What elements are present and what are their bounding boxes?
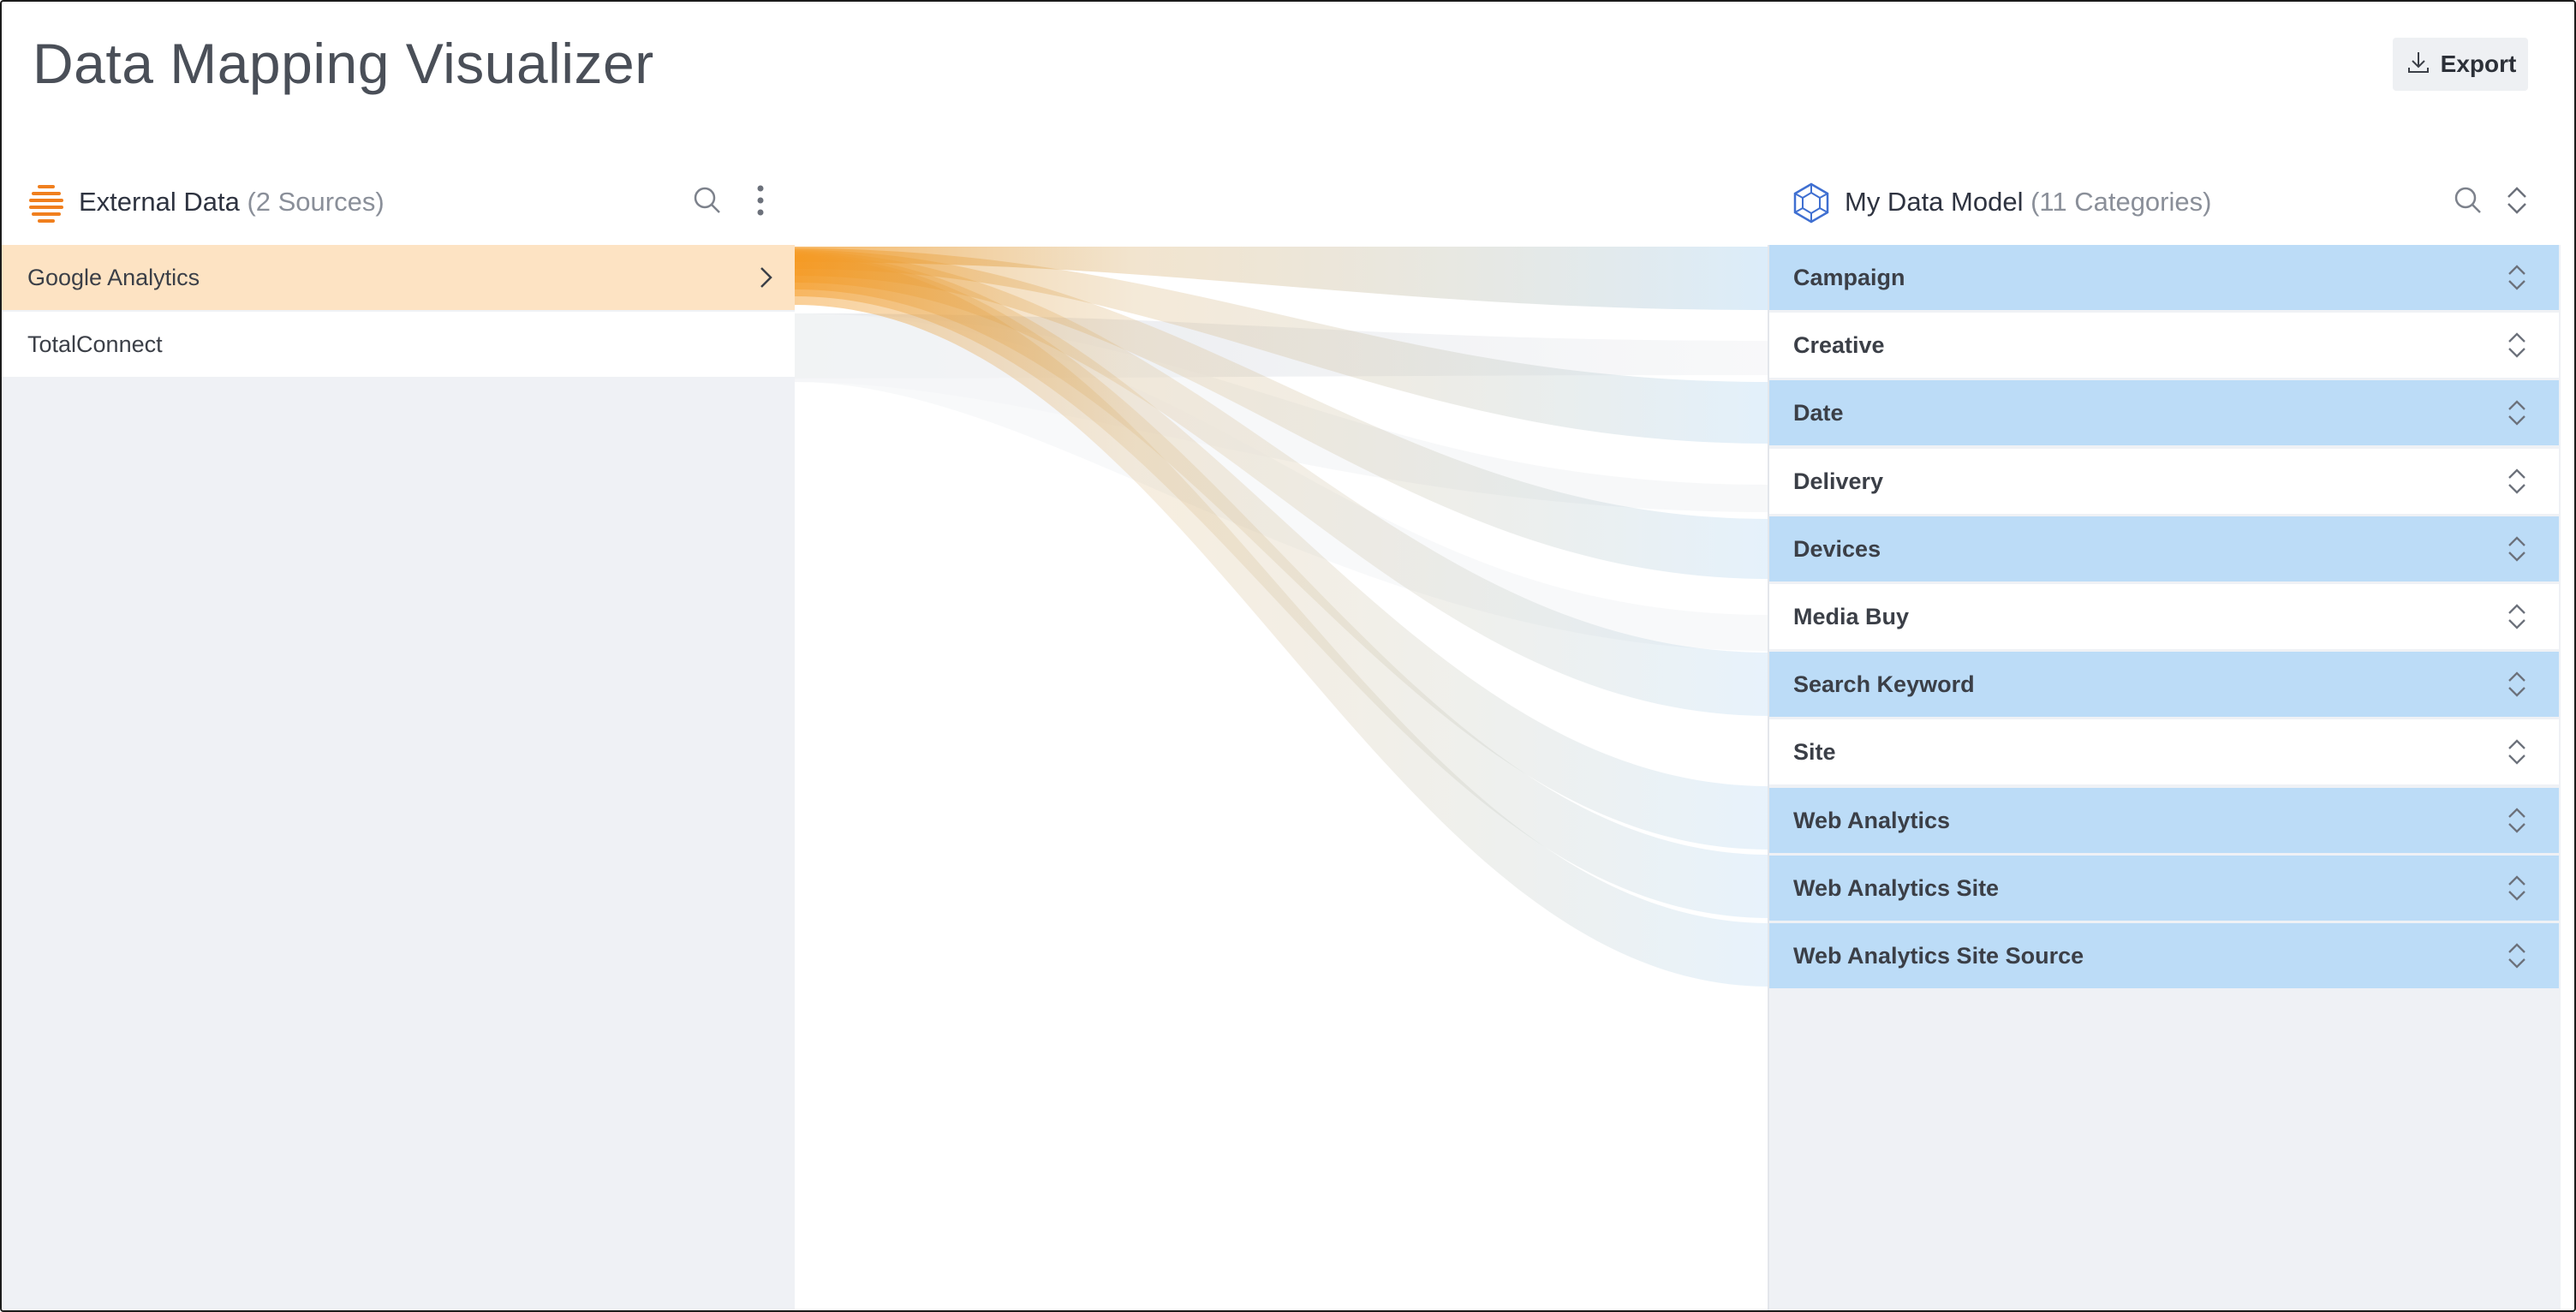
data-model-icon [1792,182,1831,229]
mapping-flow-area [795,245,1769,1310]
category-item-campaign[interactable]: Campaign [1769,245,2559,310]
category-label: Web Analytics Site [1793,874,2000,901]
category-label: Date [1793,399,1844,426]
category-item-media-buy[interactable]: Media Buy [1769,584,2559,649]
category-item-devices[interactable]: Devices [1769,516,2559,581]
page-title: Data Mapping Visualizer [33,32,654,95]
export-button[interactable]: Export [2393,38,2528,91]
source-item-google-analytics[interactable]: Google Analytics [2,245,795,310]
expand-collapse-icon[interactable] [2506,737,2528,773]
category-item-web-analytics-site[interactable]: Web Analytics Site [1769,856,2559,921]
category-label: Media Buy [1793,603,1910,629]
category-item-delivery[interactable]: Delivery [1769,449,2559,514]
category-item-creative[interactable]: Creative [1769,313,2559,378]
category-label: Creative [1793,331,1885,358]
chevron-right-icon [755,265,776,295]
expand-collapse-icon[interactable] [2506,805,2528,842]
export-label: Export [2440,51,2517,77]
category-item-date[interactable]: Date [1769,380,2559,445]
category-item-site[interactable]: Site [1769,719,2559,784]
category-label: Campaign [1793,264,1905,290]
category-label: Search Keyword [1793,671,1975,697]
expand-collapse-icon[interactable] [2504,183,2530,222]
data-model-count: (11 Categories) [2030,187,2212,217]
expand-collapse-icon[interactable] [2506,601,2528,638]
expand-collapse-icon[interactable] [2506,534,2528,570]
external-data-title: External Data (2 Sources) [79,187,385,218]
search-icon[interactable] [2453,185,2484,220]
source-item-totalconnect[interactable]: TotalConnect [2,312,795,377]
expand-collapse-icon[interactable] [2506,262,2528,299]
category-item-search-keyword[interactable]: Search Keyword [1769,652,2559,717]
expand-collapse-icon[interactable] [2506,940,2528,977]
data-model-title: My Data Model (11 Categories) [1845,187,2211,218]
more-options-icon[interactable] [748,183,772,222]
expand-collapse-icon[interactable] [2506,669,2528,706]
external-data-count: (2 Sources) [247,187,385,217]
category-item-web-analytics[interactable]: Web Analytics [1769,788,2559,853]
external-data-list [2,245,795,1310]
search-icon[interactable] [692,185,723,220]
category-label: Delivery [1793,468,1884,494]
category-label: Web Analytics Site Source [1793,942,2084,969]
source-label: TotalConnect [27,331,163,357]
data-model-header: My Data Model (11 Categories) [1769,170,2561,247]
category-label: Devices [1793,535,1881,562]
expand-collapse-icon[interactable] [2506,397,2528,434]
external-data-header: External Data (2 Sources) [2,170,796,247]
expand-collapse-icon[interactable] [2506,466,2528,503]
mapping-flows [795,247,1769,987]
category-label: Site [1793,738,1836,765]
expand-collapse-icon[interactable] [2506,330,2528,367]
category-label: Web Analytics [1793,807,1951,833]
download-icon [2405,49,2432,81]
source-label: Google Analytics [27,264,200,290]
app-window: Data Mapping Visualizer Export External … [0,0,2576,1312]
expand-collapse-icon[interactable] [2506,873,2528,909]
external-data-icon [27,182,65,229]
category-item-web-analytics-site-source[interactable]: Web Analytics Site Source [1769,923,2559,988]
external-data-label: External Data [79,187,240,217]
data-model-label: My Data Model [1845,187,2024,217]
